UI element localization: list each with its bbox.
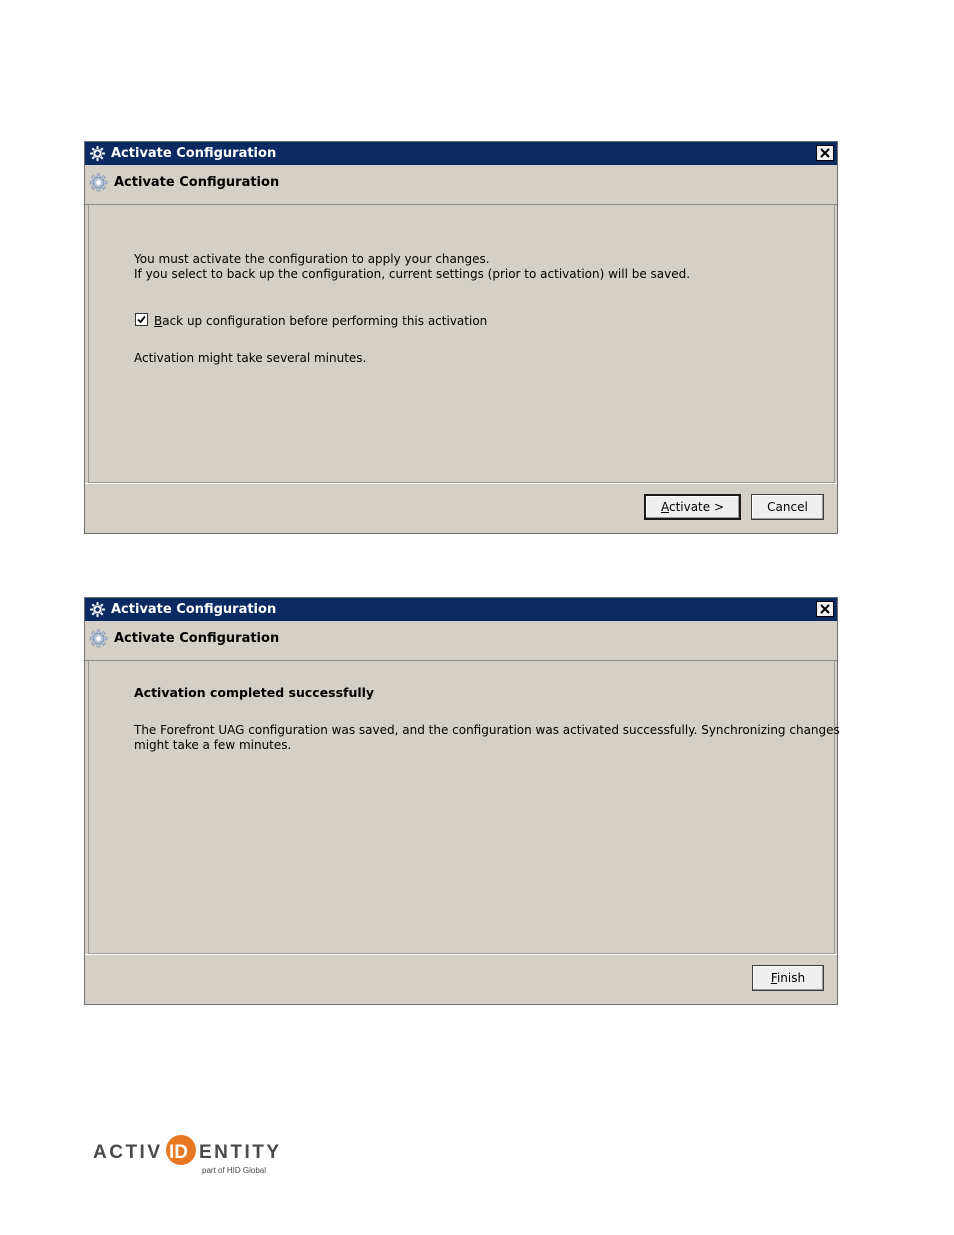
activation-complete-dialog: Activate Configuration Activate Configur… bbox=[84, 597, 840, 1005]
instruction-line-2: If you select to back up the configurati… bbox=[134, 267, 691, 281]
gear-icon bbox=[89, 629, 108, 648]
success-message-line-1: The Forefront UAG configuration was save… bbox=[134, 723, 840, 737]
wizard-header: Activate Configuration bbox=[85, 621, 837, 661]
label-text: ack up configuration before performing t… bbox=[162, 314, 488, 328]
gear-icon bbox=[89, 173, 108, 192]
accesskey-letter: A bbox=[660, 500, 669, 514]
gear-icon bbox=[89, 601, 106, 618]
wizard-header: Activate Configuration bbox=[85, 165, 837, 205]
actividentity-logo: ACTIV ID ENTITY part of HID Global bbox=[93, 1133, 303, 1178]
accesskey-letter: B bbox=[154, 314, 163, 328]
close-button[interactable] bbox=[816, 145, 834, 161]
finish-button-label: Finish bbox=[771, 971, 805, 985]
close-button[interactable] bbox=[816, 601, 834, 617]
window-title: Activate Configuration bbox=[111, 146, 277, 161]
logo-graphic: ACTIV ID ENTITY part of HID Global bbox=[93, 1135, 282, 1175]
success-message-line-2: might take a few minutes. bbox=[134, 738, 292, 752]
logo-text-mark: ID bbox=[169, 1142, 188, 1163]
title-bar[interactable]: Activate Configuration bbox=[85, 142, 837, 165]
activate-button-label: Activate > bbox=[661, 500, 724, 514]
close-icon bbox=[820, 604, 830, 614]
activate-configuration-dialog: Activate Configuration Activate Configur… bbox=[84, 141, 838, 534]
button-bar: Finish bbox=[85, 954, 837, 1004]
label-text: inish bbox=[776, 971, 806, 985]
logo-text-right: ENTITY bbox=[199, 1142, 282, 1163]
finish-button[interactable]: Finish bbox=[752, 965, 824, 991]
wizard-header-title: Activate Configuration bbox=[114, 175, 280, 190]
close-icon bbox=[820, 148, 830, 158]
wizard-header-title: Activate Configuration bbox=[114, 631, 280, 646]
checkmark-icon bbox=[137, 315, 146, 324]
logo-tagline: part of HID Global bbox=[202, 1166, 266, 1175]
label-text: ctivate > bbox=[668, 500, 725, 514]
title-bar[interactable]: Activate Configuration bbox=[85, 598, 837, 621]
content-panel: You must activate the configuration to a… bbox=[88, 205, 835, 483]
cancel-button[interactable]: Cancel bbox=[751, 494, 824, 520]
content-panel: Activation completed successfully The Fo… bbox=[88, 661, 840, 954]
instruction-line-1: You must activate the configuration to a… bbox=[134, 252, 490, 266]
window-title: Activate Configuration bbox=[111, 602, 277, 617]
duration-note: Activation might take several minutes. bbox=[134, 351, 367, 365]
logo-text-left: ACTIV bbox=[93, 1142, 163, 1163]
backup-checkbox[interactable] bbox=[135, 313, 148, 326]
success-heading: Activation completed successfully bbox=[134, 685, 375, 700]
gear-icon bbox=[89, 145, 106, 162]
activate-button[interactable]: Activate > bbox=[644, 494, 741, 520]
backup-checkbox-label[interactable]: Back up configuration before performing … bbox=[154, 314, 487, 328]
button-bar: Activate > Cancel bbox=[85, 483, 837, 533]
